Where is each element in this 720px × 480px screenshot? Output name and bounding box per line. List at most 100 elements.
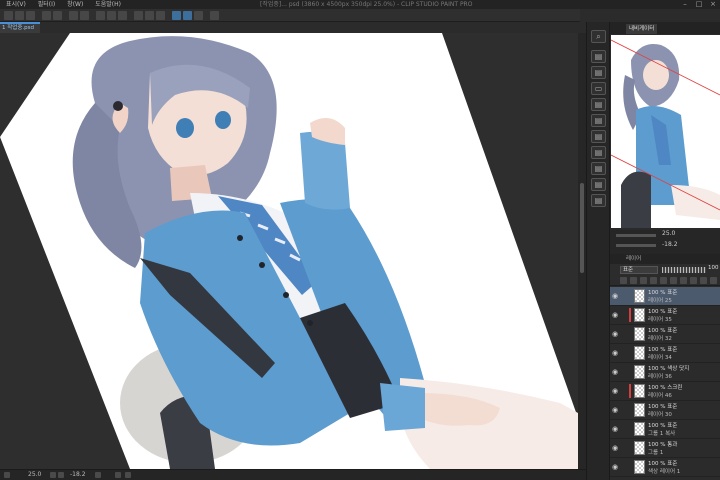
layer-row[interactable]: ◉ 100 % 표준그룹 1 복사 bbox=[610, 420, 720, 439]
new-layer-icon[interactable] bbox=[620, 277, 627, 284]
fill-icon[interactable] bbox=[80, 11, 89, 20]
close-icon[interactable]: × bbox=[708, 0, 718, 9]
visibility-eye-icon[interactable]: ◉ bbox=[612, 292, 618, 300]
fit-icon[interactable] bbox=[115, 472, 121, 478]
layer-row[interactable]: ◉ 100 % 스크린 레이어 46 bbox=[610, 382, 720, 401]
visibility-eye-icon[interactable]: ◉ bbox=[612, 330, 618, 338]
visibility-eye-icon[interactable]: ◉ bbox=[612, 349, 618, 357]
grid-icon[interactable] bbox=[156, 11, 165, 20]
material-icon-9[interactable]: ▤ bbox=[591, 194, 606, 207]
folder-icon[interactable]: ▭ bbox=[591, 82, 606, 95]
new-folder-icon[interactable] bbox=[640, 277, 647, 284]
visibility-eye-icon[interactable]: ◉ bbox=[612, 406, 618, 414]
color-icon[interactable] bbox=[194, 11, 203, 20]
material-icon[interactable]: ▤ bbox=[591, 50, 606, 63]
layer-tab[interactable]: 레이어 bbox=[626, 254, 641, 264]
layer-name: 그룹 1 복사 bbox=[648, 431, 676, 437]
document-tab[interactable]: 1 작업중.psd bbox=[0, 22, 40, 33]
layer-row[interactable]: ◉ 100 % 표준 레이어 32 bbox=[610, 325, 720, 344]
merge-icon[interactable] bbox=[690, 277, 697, 284]
clip-icon[interactable] bbox=[650, 277, 657, 284]
opacity-slider[interactable] bbox=[662, 267, 706, 273]
panel-icon-strip: ⌕ ▤ ▤ ▭ ▤ ▤ ▤ ▤ ▤ ▤ ▤ bbox=[586, 22, 610, 480]
layer-name: 레이어 30 bbox=[648, 412, 672, 418]
scrollbar-thumb[interactable] bbox=[580, 183, 584, 273]
settings-icon[interactable] bbox=[210, 11, 219, 20]
menu-filter[interactable]: 필터(I) bbox=[38, 1, 56, 8]
material-icon-2[interactable]: ▤ bbox=[591, 66, 606, 79]
new-vector-layer-icon[interactable] bbox=[630, 277, 637, 284]
menu-view[interactable]: 표시(V) bbox=[6, 1, 26, 8]
status-angle[interactable]: -18.2 bbox=[70, 470, 86, 480]
undo-icon[interactable] bbox=[42, 11, 51, 20]
visibility-eye-icon[interactable]: ◉ bbox=[612, 387, 618, 395]
canvas-area[interactable] bbox=[0, 33, 578, 469]
layer-row[interactable]: ◉ 100 % 표준 레이어 35 bbox=[610, 306, 720, 325]
navigator-angle-value[interactable]: -18.2 bbox=[662, 241, 678, 248]
save-icon[interactable] bbox=[26, 11, 35, 20]
visibility-eye-icon[interactable]: ◉ bbox=[612, 368, 618, 376]
rotate-left-icon[interactable] bbox=[58, 472, 64, 478]
snap-icon[interactable] bbox=[134, 11, 143, 20]
navigator-zoom-value[interactable]: 25.0 bbox=[662, 230, 675, 237]
open-file-icon[interactable] bbox=[15, 11, 24, 20]
navigator-angle-slider[interactable] bbox=[616, 244, 656, 247]
blend-mode-select[interactable]: 표준 bbox=[620, 266, 658, 274]
flip-icon[interactable] bbox=[125, 472, 131, 478]
lock-icon[interactable] bbox=[670, 277, 677, 284]
mask-icon[interactable] bbox=[680, 277, 687, 284]
minimize-icon[interactable]: – bbox=[680, 0, 690, 9]
reference-icon[interactable] bbox=[660, 277, 667, 284]
layer-row[interactable]: ◉ 100 % 표준 레이어 34 bbox=[610, 344, 720, 363]
layer-row[interactable]: ◉ 100 % 통과 그룹 1 bbox=[610, 439, 720, 458]
maximize-icon[interactable]: □ bbox=[694, 0, 704, 9]
layer-row[interactable]: ◉ 100 % 표준 레이어 30 bbox=[610, 401, 720, 420]
layer-blend-info: 100 % 통과 bbox=[648, 442, 678, 448]
delete-layer-icon[interactable] bbox=[700, 277, 707, 284]
navigator-tab[interactable]: 내비게이터 bbox=[626, 24, 658, 34]
title-bar: 표시(V) 필터(I) 창(W) 도움말(H) [작업중]... psd (38… bbox=[0, 0, 720, 9]
layer-name: 레이어 25 bbox=[648, 298, 672, 304]
snap-to-grid-icon[interactable] bbox=[183, 11, 192, 20]
menu-help[interactable]: 도움말(H) bbox=[95, 1, 121, 8]
hair-tie bbox=[113, 101, 123, 111]
transform-icon[interactable] bbox=[96, 11, 105, 20]
layer-row[interactable]: ◉ 100 % 표준 색상 레이어 1 bbox=[610, 458, 720, 477]
navigator-zoom-slider[interactable] bbox=[616, 234, 656, 237]
zoom-out-icon[interactable] bbox=[4, 472, 10, 478]
canvas-artwork bbox=[0, 33, 578, 469]
invert-selection-icon[interactable] bbox=[118, 11, 127, 20]
layer-tab-row: 레이어 bbox=[610, 254, 720, 264]
visibility-eye-icon[interactable]: ◉ bbox=[612, 425, 618, 433]
visibility-eye-icon[interactable]: ◉ bbox=[612, 311, 618, 319]
deselect-icon[interactable] bbox=[107, 11, 116, 20]
menu-window[interactable]: 창(W) bbox=[67, 1, 83, 8]
visibility-eye-icon[interactable]: ◉ bbox=[612, 444, 618, 452]
status-zoom[interactable]: 25.0 bbox=[28, 470, 41, 480]
redo-icon[interactable] bbox=[53, 11, 62, 20]
material-icon-5[interactable]: ▤ bbox=[591, 130, 606, 143]
layer-row[interactable]: ◉ 100 % 표준 레이어 25 bbox=[610, 287, 720, 306]
material-icon-4[interactable]: ▤ bbox=[591, 114, 606, 127]
canvas-vertical-scrollbar[interactable] bbox=[578, 33, 586, 469]
clear-icon[interactable] bbox=[69, 11, 78, 20]
rotate-right-icon[interactable] bbox=[95, 472, 101, 478]
window-title: [작업중]... psd (3860 x 4500px 350dpi 25.0%… bbox=[260, 1, 473, 8]
navigator-preview[interactable] bbox=[611, 35, 720, 228]
zoom-in-icon[interactable] bbox=[50, 472, 56, 478]
snap-to-special-ruler-icon[interactable] bbox=[172, 11, 181, 20]
material-icon-8[interactable]: ▤ bbox=[591, 178, 606, 191]
material-icon-3[interactable]: ▤ bbox=[591, 98, 606, 111]
search-icon[interactable]: ⌕ bbox=[591, 30, 606, 43]
material-icon-7[interactable]: ▤ bbox=[591, 162, 606, 175]
layer-color-icon[interactable] bbox=[710, 277, 717, 284]
visibility-eye-icon[interactable]: ◉ bbox=[612, 463, 618, 471]
ruler-icon[interactable] bbox=[145, 11, 154, 20]
left-eye bbox=[176, 118, 194, 138]
layer-thumbnail bbox=[634, 365, 645, 379]
material-icon-6[interactable]: ▤ bbox=[591, 146, 606, 159]
new-file-icon[interactable] bbox=[4, 11, 13, 20]
layer-row[interactable]: ◉ 100 % 색상 닷지 레이어 36 bbox=[610, 363, 720, 382]
layer-blend-info: 100 % 표준 bbox=[648, 423, 678, 429]
opacity-value[interactable]: 100 bbox=[708, 265, 719, 271]
